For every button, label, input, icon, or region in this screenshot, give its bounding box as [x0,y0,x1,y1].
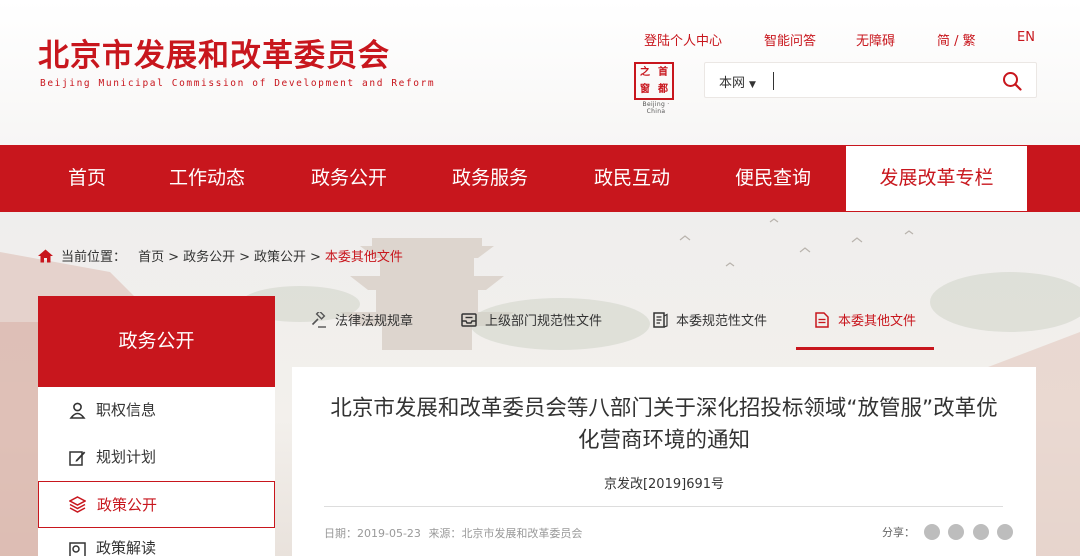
breadcrumb-gov-affairs[interactable]: 政务公开 [183,250,235,265]
share-bar: 分享： [882,524,1013,540]
breadcrumb-label: 当前位置： [61,250,127,265]
source-label: 来源： [428,527,462,540]
search-input[interactable] [777,69,987,93]
search-scope-select[interactable]: 本网 ▼ [719,72,756,91]
seal-char: 窗 [640,84,650,95]
tab-commission-normative-docs[interactable]: 本委规范性文件 [652,300,767,350]
main-nav: 首页 工作动态 政务公开 政务服务 政民互动 便民查询 发展改革专栏 [0,145,1080,212]
article-source: 北京市发展和改革委员会 [461,527,583,540]
site-subtitle: Beijing Municipal Commission of Developm… [40,78,436,89]
nav-reform-column[interactable]: 发展改革专栏 [846,146,1027,211]
share-wechat-icon[interactable] [923,524,940,540]
breadcrumb: 当前位置： 首页 > 政务公开 > 政策公开 > 本委其他文件 [38,246,403,265]
person-icon [69,402,86,419]
breadcrumb-current: 本委其他文件 [324,250,403,265]
tab-label: 本委规范性文件 [676,314,768,329]
breadcrumb-separator: > [168,250,180,265]
file-icon [815,312,829,328]
seal-char: 首 [658,67,668,78]
gavel-icon [311,312,326,328]
sidebar-item-label: 政策解读 [96,539,157,556]
inbox-icon [461,313,477,327]
sidebar-item-authority-info[interactable]: 职权信息 [38,387,275,434]
site-title[interactable]: 北京市发展和改革委员会 [38,30,390,75]
tab-superior-normative-docs[interactable]: 上级部门规范性文件 [461,300,602,350]
sidebar-item-label: 职权信息 [96,401,157,419]
layers-icon [69,496,86,513]
document-number: 京发改[2019]691号 [603,477,725,492]
sidebar-title: 政务公开 [38,296,275,387]
breadcrumb-separator: > [239,250,250,265]
document-category-tabs: 法律法规规章 上级部门规范性文件 本委规范性文件 本委其他文件 [290,300,1040,350]
text-cursor [773,72,774,90]
language-toggle-link[interactable]: 简 / 繁 [937,30,976,49]
search-bar: 本网 ▼ [704,62,1037,98]
search-scope-label: 本网 [719,76,746,91]
sidebar-item-label: 政策公开 [97,496,158,514]
sidebar-item-label: 规划计划 [96,448,157,466]
share-more-icon[interactable] [997,524,1013,540]
nav-convenience-query[interactable]: 便民查询 [735,145,811,212]
edit-icon [69,451,86,466]
search-button[interactable] [1002,71,1022,91]
publish-date: 2019-05-23 [357,527,421,540]
interpret-icon [69,542,86,556]
tab-label: 本委其他文件 [838,314,917,329]
sidebar-item-policy-interpretation[interactable]: 政策解读 [38,528,275,556]
accessibility-link[interactable]: 无障碍 [856,30,895,49]
breadcrumb-policy[interactable]: 政策公开 [254,250,306,265]
sidebar-item-planning[interactable]: 规划计划 [38,434,275,481]
nav-work-news[interactable]: 工作动态 [169,145,245,212]
seal-char: 之 [640,67,650,78]
tab-label: 法律法规规章 [335,314,414,329]
search-icon [1003,72,1022,91]
sidebar: 政务公开 职权信息 规划计划 政策公开 政策解读 [38,296,275,556]
site-header: 北京市发展和改革委员会 Beijing Municipal Commission… [0,0,1080,145]
seal-char: 都 [658,84,668,95]
sidebar-menu: 职权信息 规划计划 政策公开 政策解读 [38,387,275,556]
nav-gov-services[interactable]: 政务服务 [452,145,528,212]
share-weibo-icon[interactable] [948,524,964,540]
breadcrumb-separator: > [310,250,321,265]
breadcrumb-home[interactable]: 首页 [138,250,164,265]
article-meta: 日期：2019-05-23 来源：北京市发展和改革委员会 [324,525,582,541]
nav-interaction[interactable]: 政民互动 [594,145,670,212]
seal-logo: 之 首 窗 都 [634,62,674,100]
tab-label: 上级部门规范性文件 [485,314,603,329]
share-label: 分享： [882,526,915,539]
tab-laws-regulations[interactable]: 法律法规规章 [311,300,413,350]
smart-qa-link[interactable]: 智能问答 [764,30,816,49]
article-title-text: 北京市发展和改革委员会等八部门关于深化招投标领域“放管服”改革优化营商环境的通知 [330,396,998,453]
nav-gov-affairs-open[interactable]: 政务公开 [311,145,387,212]
article-title: 北京市发展和改革委员会等八部门关于深化招投标领域“放管服”改革优化营商环境的通知 [292,393,1036,457]
home-icon [38,249,53,263]
capital-window-seal[interactable]: 之 首 窗 都 Beijing · China [634,62,678,115]
nav-home[interactable]: 首页 [68,145,106,212]
article-panel: 北京市发展和改革委员会等八部门关于深化招投标领域“放管服”改革优化营商环境的通知… [292,367,1036,556]
seal-caption: Beijing · China [642,101,670,115]
tab-commission-other-docs[interactable]: 本委其他文件 [796,300,935,350]
personal-center-link[interactable]: 登陆个人中心 [644,30,722,49]
caret-down-icon: ▼ [749,80,756,90]
share-qq-icon[interactable] [972,524,989,540]
document-icon [653,312,668,328]
date-label: 日期： [324,527,357,540]
english-link[interactable]: EN [1017,30,1035,45]
divider [324,506,1003,507]
sidebar-item-policy-open[interactable]: 政策公开 [38,481,275,528]
